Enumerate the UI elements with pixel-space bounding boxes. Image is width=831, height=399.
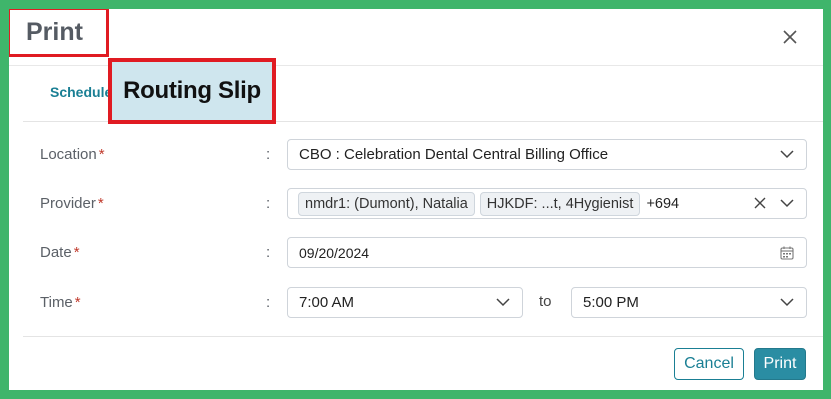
tab-schedule[interactable]: Schedule <box>50 84 112 100</box>
close-button[interactable] <box>776 23 804 51</box>
chevron-down-icon <box>780 298 794 307</box>
required-marker: * <box>73 244 80 261</box>
location-label-text: Location <box>40 146 97 163</box>
provider-more-count[interactable]: +694 <box>646 196 679 212</box>
time-label: Time * <box>40 294 81 311</box>
tab-bar: Schedule Routing Slip <box>23 58 823 124</box>
tab-routing-slip-label: Routing Slip <box>123 77 261 104</box>
time-from-select[interactable]: 7:00 AM <box>287 287 523 318</box>
provider-colon: : <box>266 195 271 212</box>
calendar-icon[interactable] <box>780 246 794 260</box>
chevron-down-icon <box>780 150 794 159</box>
location-select[interactable]: CBO : Celebration Dental Central Billing… <box>287 139 807 170</box>
time-to-value: 5:00 PM <box>583 294 639 311</box>
clear-icon[interactable] <box>754 197 766 209</box>
date-value: 09/20/2024 <box>299 244 370 261</box>
location-value: CBO : Celebration Dental Central Billing… <box>299 146 609 163</box>
chevron-down-icon <box>496 298 510 307</box>
required-marker: * <box>97 195 104 212</box>
required-marker: * <box>98 146 105 163</box>
dialog-title: Print <box>26 17 83 46</box>
date-label-text: Date <box>40 244 72 261</box>
time-colon: : <box>266 294 271 311</box>
close-icon <box>783 30 797 44</box>
tab-routing-slip[interactable]: Routing Slip <box>108 58 276 124</box>
date-label: Date * <box>40 244 80 261</box>
provider-multiselect[interactable]: nmdr1: (Dumont), Natalia HJKDF: ...t, 4H… <box>287 188 807 219</box>
date-input[interactable]: 09/20/2024 <box>287 237 807 268</box>
footer-divider <box>23 336 823 337</box>
provider-chip[interactable]: HJKDF: ...t, 4Hygienist <box>479 191 641 216</box>
print-button[interactable]: Print <box>754 348 806 380</box>
print-dialog: Print Schedule Routing Slip Location * : … <box>9 9 823 390</box>
provider-label: Provider * <box>40 195 104 212</box>
required-marker: * <box>74 294 81 311</box>
title-highlight: Print <box>9 9 109 57</box>
location-label: Location * <box>40 146 105 163</box>
cancel-button[interactable]: Cancel <box>674 348 744 380</box>
chevron-down-icon <box>780 199 794 208</box>
time-label-text: Time <box>40 294 73 311</box>
provider-label-text: Provider <box>40 195 96 212</box>
time-to-select[interactable]: 5:00 PM <box>571 287 807 318</box>
date-colon: : <box>266 244 271 261</box>
time-to-label: to <box>539 293 552 310</box>
provider-chip[interactable]: nmdr1: (Dumont), Natalia <box>298 191 475 216</box>
location-colon: : <box>266 146 271 163</box>
time-from-value: 7:00 AM <box>299 294 355 311</box>
